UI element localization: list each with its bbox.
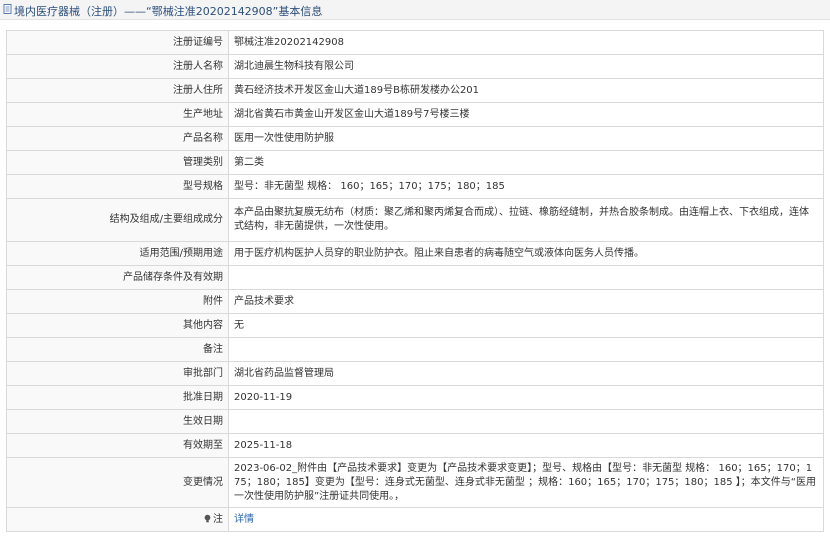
row-label: 有效期至 xyxy=(6,433,229,458)
table-row: 注 详情 xyxy=(6,507,824,532)
row-value: 2020-11-19 xyxy=(228,385,824,410)
table-row: 生产地址 湖北省黄石市黄金山开发区金山大道189号7号楼三楼 xyxy=(6,102,824,127)
table-row: 生效日期 xyxy=(6,409,824,434)
table-row: 产品名称 医用一次性使用防护服 xyxy=(6,126,824,151)
row-label: 生产地址 xyxy=(6,102,229,127)
row-label: 注册人名称 xyxy=(6,54,229,79)
row-label: 适用范围/预期用途 xyxy=(6,241,229,266)
table-row: 注册人住所 黄石经济技术开发区金山大道189号B栋研发楼办公201 xyxy=(6,78,824,103)
row-value: 医用一次性使用防护服 xyxy=(228,126,824,151)
table-row: 其他内容 无 xyxy=(6,313,824,338)
row-label: 批准日期 xyxy=(6,385,229,410)
table-row: 附件 产品技术要求 xyxy=(6,289,824,314)
row-value: 黄石经济技术开发区金山大道189号B栋研发楼办公201 xyxy=(228,78,824,103)
table-row: 有效期至 2025-11-18 xyxy=(6,433,824,458)
row-label: 产品名称 xyxy=(6,126,229,151)
row-value xyxy=(228,409,824,434)
table-row: 注册证编号 鄂械注准20202142908 xyxy=(6,30,824,55)
row-value: 用于医疗机构医护人员穿的职业防护衣。阻止来自患者的病毒随空气或液体向医务人员传播… xyxy=(228,241,824,266)
row-label: 结构及组成/主要组成成分 xyxy=(6,198,229,242)
table-row: 审批部门 湖北省药品监督管理局 xyxy=(6,361,824,386)
row-value: 本产品由聚抗复膜无纺布（材质：聚乙烯和聚丙烯复合而成）、拉链、橡筋经缝制，并热合… xyxy=(228,198,824,242)
row-label: 管理类别 xyxy=(6,150,229,175)
table-row: 注册人名称 湖北迪晨生物科技有限公司 xyxy=(6,54,824,79)
row-value: 型号：非无菌型 规格： 160；165；170；175；180；185 xyxy=(228,174,824,199)
lightbulb-icon xyxy=(204,514,211,523)
row-value: 湖北省黄石市黄金山开发区金山大道189号7号楼三楼 xyxy=(228,102,824,127)
row-label: 附件 xyxy=(6,289,229,314)
row-label: 备注 xyxy=(6,337,229,362)
row-value: 产品技术要求 xyxy=(228,289,824,314)
table-row: 变更情况 2023-06-02_附件由【产品技术要求】变更为【产品技术要求变更】… xyxy=(6,457,824,508)
row-value: 无 xyxy=(228,313,824,338)
page-title: 境内医疗器械（注册）——“鄂械注准20202142908”基本信息 xyxy=(14,5,323,18)
row-label: 其他内容 xyxy=(6,313,229,338)
note-label-cell: 注 xyxy=(6,507,229,532)
table-row: 批准日期 2020-11-19 xyxy=(6,385,824,410)
row-label: 注册证编号 xyxy=(6,30,229,55)
row-label: 生效日期 xyxy=(6,409,229,434)
note-value-cell: 详情 xyxy=(228,507,824,532)
table-row: 备注 xyxy=(6,337,824,362)
row-label: 产品储存条件及有效期 xyxy=(6,265,229,290)
row-value: 湖北迪晨生物科技有限公司 xyxy=(228,54,824,79)
table-row: 适用范围/预期用途 用于医疗机构医护人员穿的职业防护衣。阻止来自患者的病毒随空气… xyxy=(6,241,824,266)
table-row: 产品储存条件及有效期 xyxy=(6,265,824,290)
table-row: 管理类别 第二类 xyxy=(6,150,824,175)
row-value xyxy=(228,265,824,290)
row-value: 第二类 xyxy=(228,150,824,175)
row-value: 2023-06-02_附件由【产品技术要求】变更为【产品技术要求变更】；型号、规… xyxy=(228,457,824,508)
row-value: 鄂械注准20202142908 xyxy=(228,30,824,55)
row-value: 2025-11-18 xyxy=(228,433,824,458)
note-label: 注 xyxy=(213,513,223,525)
table-row: 型号规格 型号：非无菌型 规格： 160；165；170；175；180；185 xyxy=(6,174,824,199)
table-row: 结构及组成/主要组成成分 本产品由聚抗复膜无纺布（材质：聚乙烯和聚丙烯复合而成）… xyxy=(6,198,824,242)
row-value xyxy=(228,337,824,362)
info-table: 注册证编号 鄂械注准20202142908 注册人名称 湖北迪晨生物科技有限公司… xyxy=(6,30,824,532)
detail-link[interactable]: 详情 xyxy=(234,514,254,525)
row-label: 审批部门 xyxy=(6,361,229,386)
row-value: 湖北省药品监督管理局 xyxy=(228,361,824,386)
row-label: 型号规格 xyxy=(6,174,229,199)
row-label: 变更情况 xyxy=(6,457,229,508)
title-bar: 境内医疗器械（注册）——“鄂械注准20202142908”基本信息 xyxy=(0,0,830,20)
row-label: 注册人住所 xyxy=(6,78,229,103)
document-icon xyxy=(3,4,12,14)
